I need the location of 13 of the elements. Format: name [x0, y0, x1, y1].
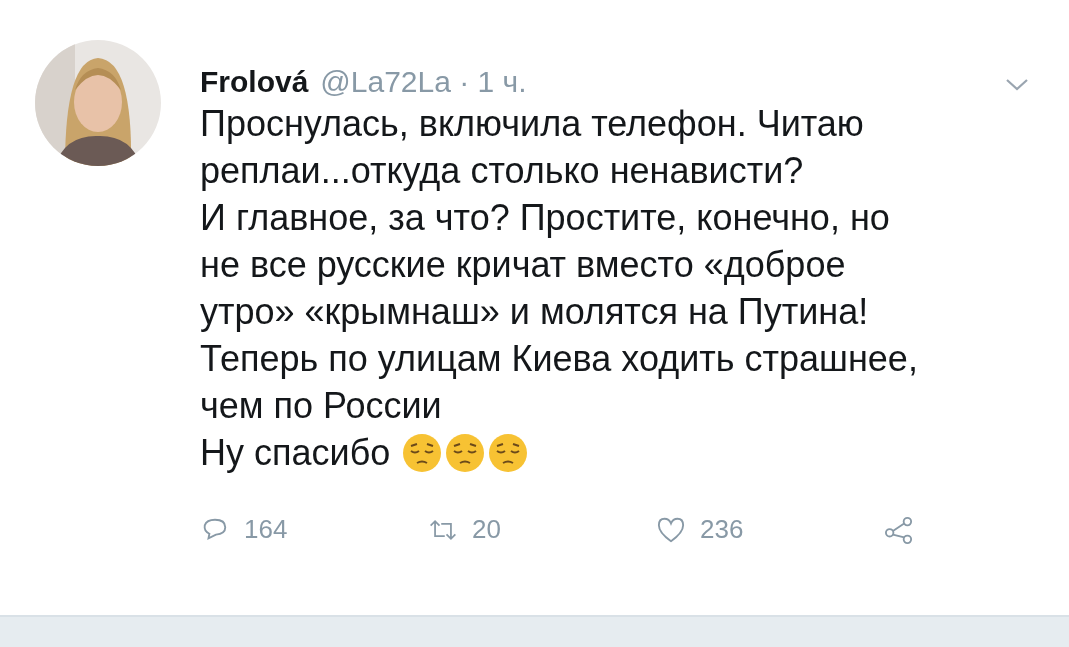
action-count: 236 — [700, 514, 744, 545]
heart-icon[interactable] — [656, 515, 686, 544]
pensive-face-icon — [445, 432, 486, 473]
action-count: 20 — [472, 514, 501, 545]
author-handle: @La72La · 1 ч. — [320, 65, 527, 99]
author-name[interactable]: Frolová — [200, 65, 309, 99]
chevron-down-icon[interactable] — [1005, 78, 1029, 92]
share-icon[interactable] — [884, 515, 914, 544]
pensive-face-icon — [402, 432, 443, 473]
pensive-face-icon — [488, 432, 529, 473]
tweet-text: Проснулась, включила телефон. Читаю реплаи...откуда столько ненависти? И главное, за что? Простите, конечно, но не все русские кричат вместо «доброе утро» «крымнаш» и молятся на Путина! Теперь по улицам Киева ходить страшнее, чем по России — [200, 102, 918, 428]
action-count: 164 — [244, 514, 288, 545]
tweet-text: Ну спасибо — [200, 431, 391, 475]
